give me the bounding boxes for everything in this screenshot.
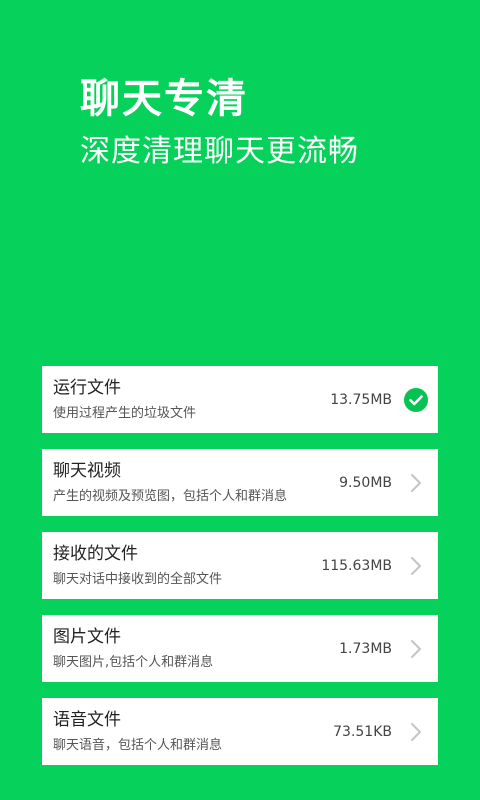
category-title: 语音文件 (53, 710, 121, 730)
category-size: 115.63MB (321, 558, 392, 574)
category-size: 1.73MB (339, 641, 392, 657)
category-item-chat-videos[interactable]: 聊天视频 产生的视频及预览图，包括个人和群消息 9.50MB (42, 449, 438, 516)
category-item-image-files[interactable]: 图片文件 聊天图片,包括个人和群消息 1.73MB (42, 615, 438, 682)
check-circle-icon[interactable] (404, 388, 428, 412)
clean-category-list: 运行文件 使用过程产生的垃圾文件 13.75MB 聊天视频 产生的视频及预览图，… (42, 366, 438, 781)
category-title: 图片文件 (53, 627, 121, 647)
category-description: 聊天图片,包括个人和群消息 (53, 655, 214, 670)
category-item-voice-files[interactable]: 语音文件 聊天语音，包括个人和群消息 73.51KB (42, 698, 438, 765)
category-title: 聊天视频 (53, 461, 121, 481)
category-description: 使用过程产生的垃圾文件 (53, 406, 197, 421)
category-size: 9.50MB (339, 475, 392, 491)
category-description: 产生的视频及预览图，包括个人和群消息 (53, 489, 288, 504)
category-description: 聊天语音，包括个人和群消息 (53, 738, 223, 753)
hero-section: 聊天专清 深度清理聊天更流畅 (80, 72, 359, 172)
page-title: 聊天专清 (80, 76, 248, 122)
category-title: 接收的文件 (53, 544, 138, 564)
category-item-received-files[interactable]: 接收的文件 聊天对话中接收到的全部文件 115.63MB (42, 532, 438, 599)
category-item-running-files[interactable]: 运行文件 使用过程产生的垃圾文件 13.75MB (42, 366, 438, 433)
page-subtitle: 深度清理聊天更流畅 (80, 134, 359, 169)
chevron-right-icon[interactable] (404, 554, 428, 578)
category-title: 运行文件 (53, 378, 121, 398)
chevron-right-icon[interactable] (404, 471, 428, 495)
category-size: 73.51KB (333, 724, 392, 740)
chevron-right-icon[interactable] (404, 637, 428, 661)
chevron-right-icon[interactable] (404, 720, 428, 744)
category-description: 聊天对话中接收到的全部文件 (53, 572, 223, 587)
category-size: 13.75MB (330, 392, 392, 408)
